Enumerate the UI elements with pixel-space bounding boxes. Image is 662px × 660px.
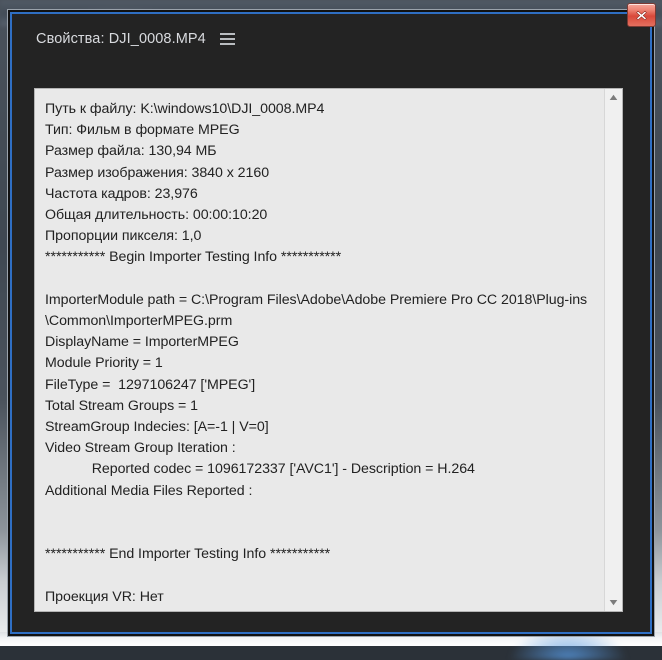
close-icon bbox=[635, 9, 648, 22]
scroll-down-arrow-icon bbox=[609, 599, 618, 606]
vertical-scrollbar[interactable] bbox=[604, 89, 622, 611]
scroll-up-arrow-icon bbox=[609, 94, 618, 101]
properties-content-panel: Путь к файлу: K:\windows10\DJI_0008.MP4 … bbox=[34, 88, 623, 612]
close-button[interactable] bbox=[627, 3, 656, 27]
window-titlebar[interactable]: Свойства: DJI_0008.MP4 bbox=[12, 14, 650, 64]
properties-window: Свойства: DJI_0008.MP4 Путь к файлу: K:\… bbox=[7, 9, 655, 637]
window-title: Свойства: DJI_0008.MP4 bbox=[36, 31, 206, 47]
menu-line-3 bbox=[220, 43, 235, 45]
scrollbar-track[interactable] bbox=[605, 106, 622, 594]
file-properties-text[interactable]: Путь к файлу: K:\windows10\DJI_0008.MP4 … bbox=[35, 89, 604, 611]
scroll-down-button[interactable] bbox=[605, 594, 622, 611]
scroll-up-button[interactable] bbox=[605, 89, 622, 106]
window-frame-inner: Свойства: DJI_0008.MP4 Путь к файлу: K:\… bbox=[10, 12, 652, 634]
hamburger-menu-icon[interactable] bbox=[220, 31, 238, 47]
menu-line-2 bbox=[220, 38, 235, 40]
menu-line-1 bbox=[220, 33, 235, 35]
